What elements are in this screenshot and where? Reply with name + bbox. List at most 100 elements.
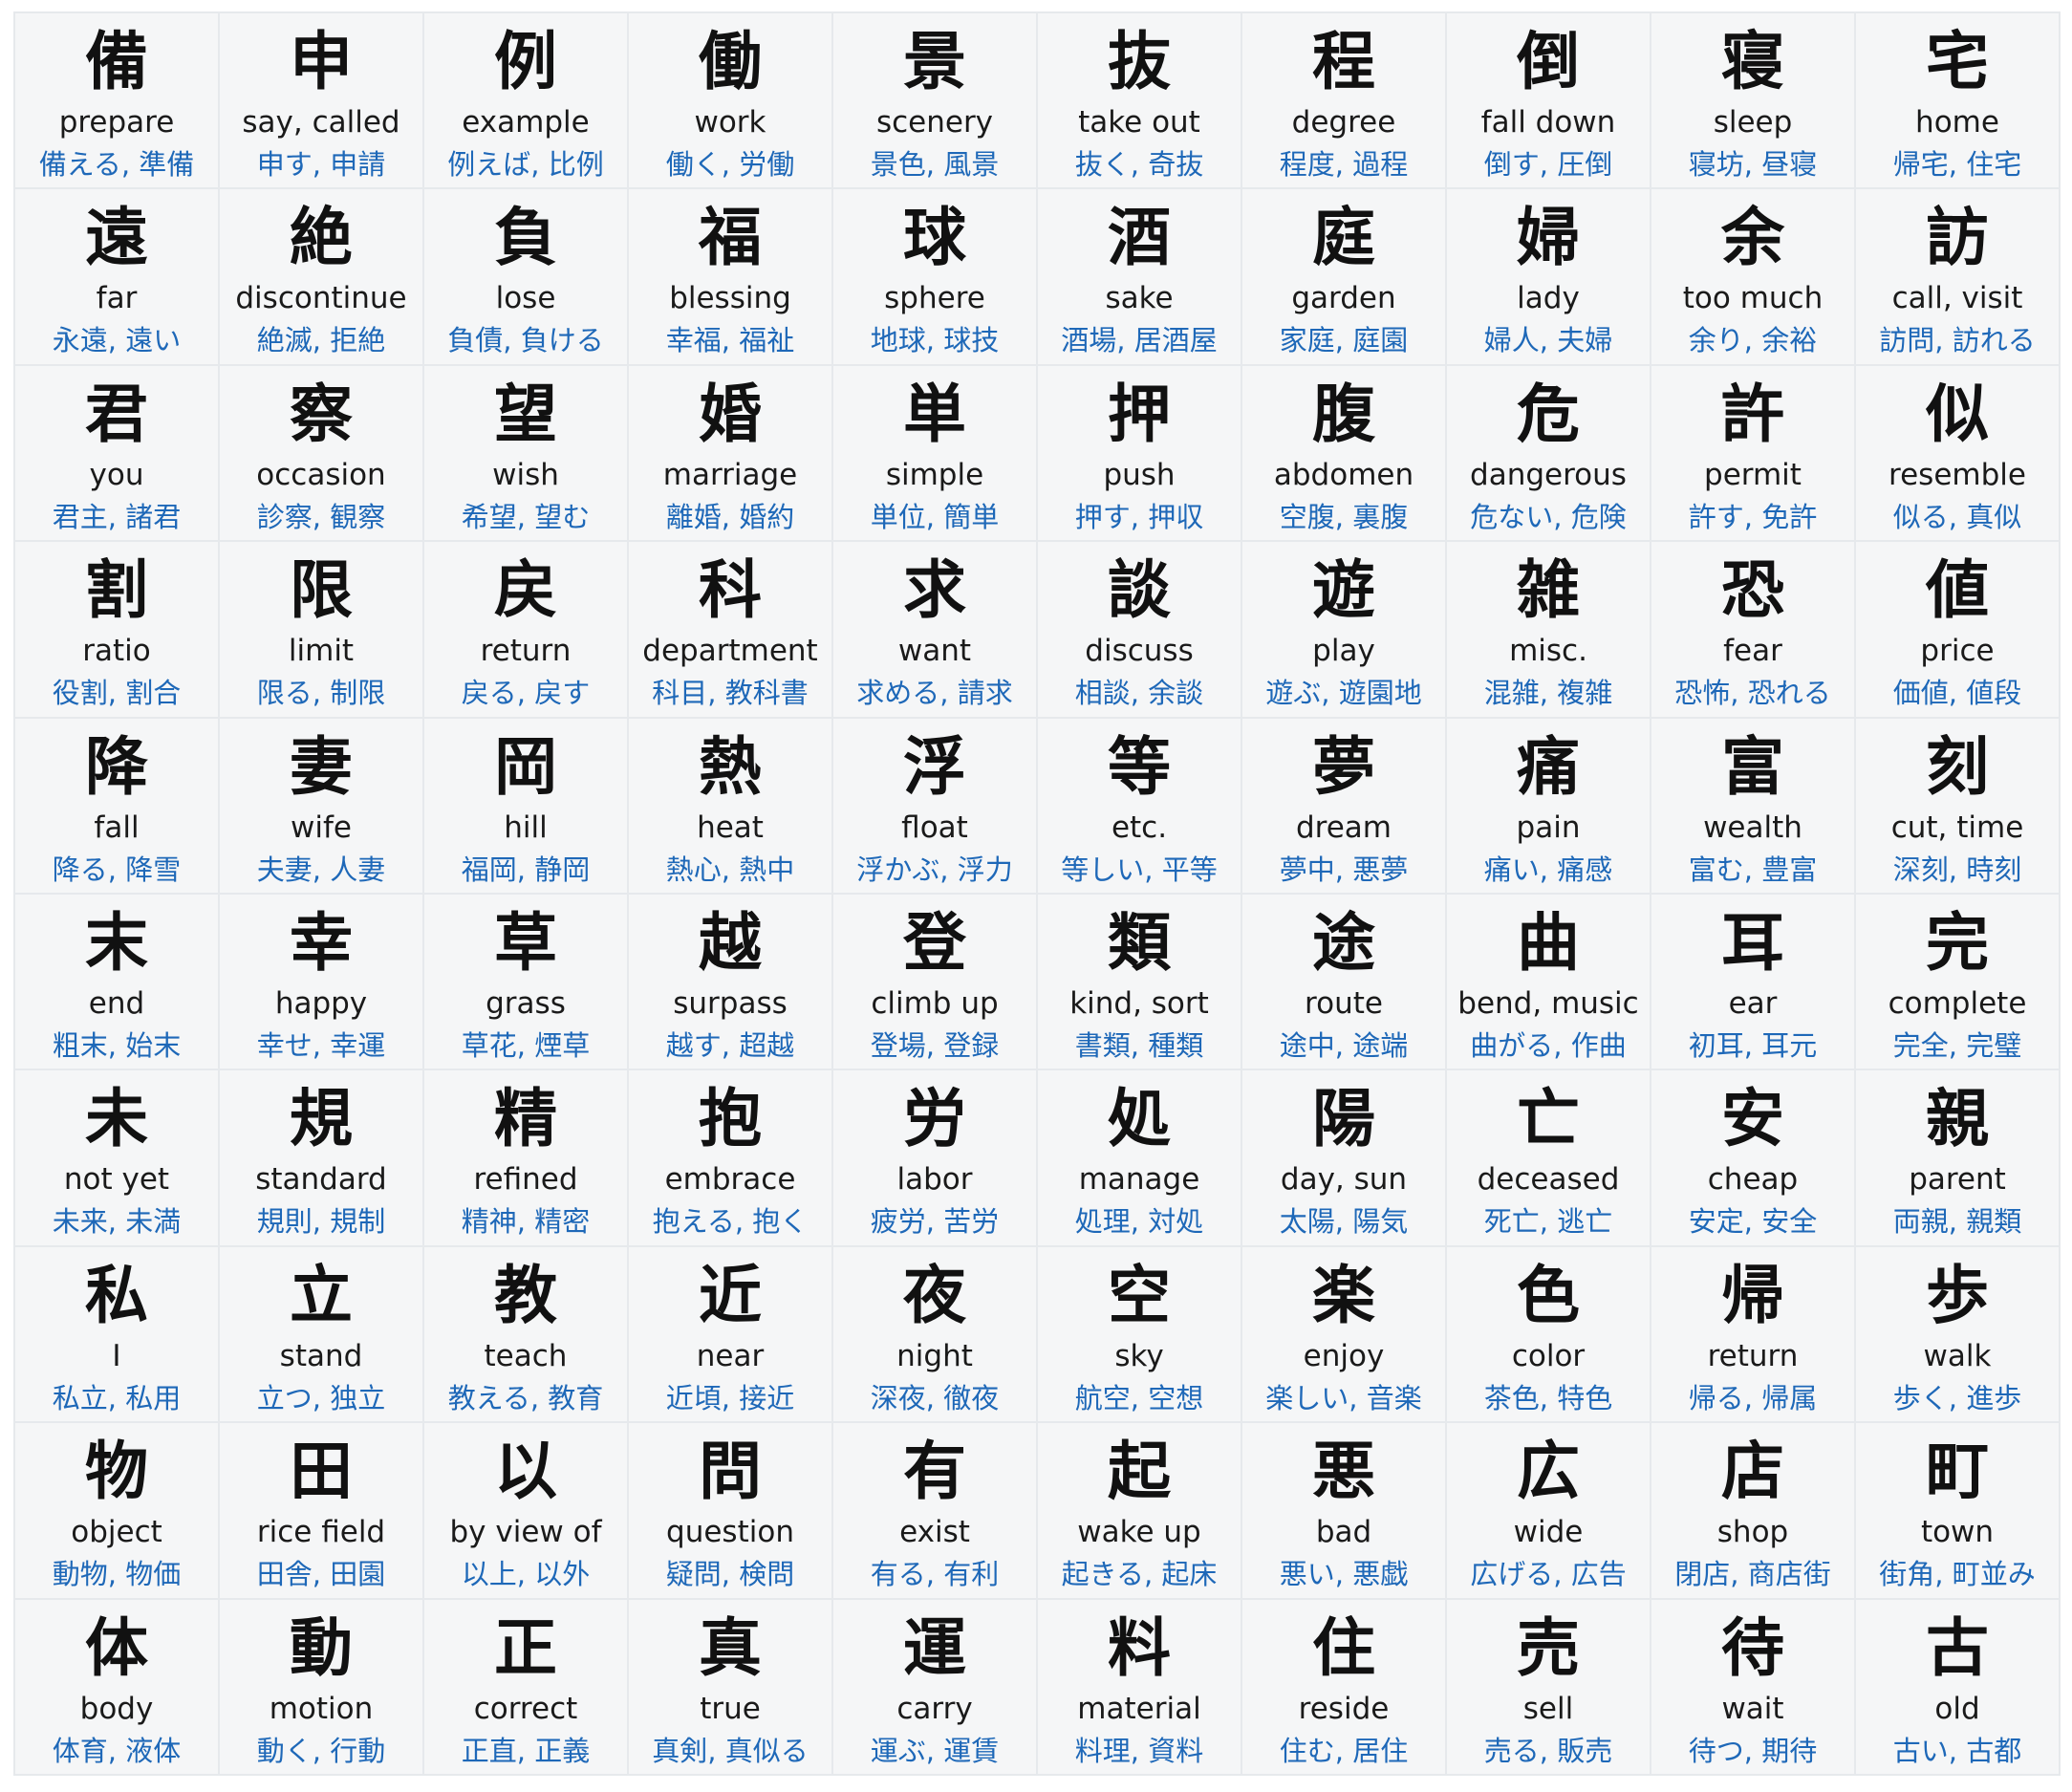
kanji-examples: 処理, 対処 (1074, 1205, 1204, 1239)
kanji-character: 浮 (903, 729, 966, 804)
kanji-card: 草 grass 草花, 煙草 (424, 894, 627, 1069)
kanji-examples: 疲労, 苦労 (870, 1205, 1000, 1239)
kanji-meaning: night (896, 1338, 973, 1373)
kanji-meaning: carry (896, 1691, 973, 1726)
kanji-card: 料 material 料理, 資料 (1038, 1599, 1241, 1774)
kanji-examples: 限る, 制限 (256, 677, 386, 710)
kanji-meaning: material (1077, 1691, 1201, 1726)
kanji-card: 負 lose 負債, 負ける (424, 189, 627, 364)
kanji-examples: 安定, 安全 (1688, 1205, 1818, 1239)
kanji-character: 察 (290, 377, 353, 451)
kanji-character: 登 (903, 905, 966, 980)
kanji-meaning: return (1707, 1338, 1799, 1373)
kanji-card: 店 shop 閉店, 商店街 (1651, 1423, 1854, 1598)
kanji-meaning: question (666, 1515, 794, 1550)
kanji-card: 等 etc. 等しい, 平等 (1038, 718, 1241, 893)
kanji-examples: 絶滅, 拒絶 (256, 324, 386, 357)
kanji-character: 精 (494, 1082, 557, 1156)
kanji-examples: 未来, 未満 (52, 1205, 182, 1239)
kanji-character: 君 (85, 377, 148, 451)
kanji-meaning: near (696, 1338, 765, 1373)
kanji-character: 痛 (1517, 729, 1580, 804)
kanji-meaning: sleep (1713, 105, 1793, 140)
kanji-examples: 等しい, 平等 (1061, 853, 1218, 886)
kanji-character: 完 (1926, 905, 1989, 980)
kanji-examples: 求める, 請求 (856, 677, 1013, 710)
kanji-character: 問 (699, 1435, 762, 1509)
kanji-meaning: motion (269, 1691, 374, 1726)
kanji-meaning: enjoy (1303, 1338, 1385, 1373)
kanji-meaning: float (901, 810, 968, 845)
kanji-character: 宅 (1926, 25, 1989, 98)
kanji-character: 草 (494, 905, 557, 980)
kanji-card: 単 simple 単位, 簡単 (833, 365, 1036, 541)
kanji-card: 問 question 疑問, 検問 (629, 1423, 831, 1598)
kanji-card: 夜 night 深夜, 徹夜 (833, 1246, 1036, 1422)
kanji-character: 望 (494, 377, 557, 451)
kanji-meaning: true (700, 1691, 761, 1726)
kanji-card: 察 occasion 診察, 観察 (220, 365, 422, 541)
kanji-card: 広 wide 広げる, 広告 (1447, 1423, 1650, 1598)
kanji-meaning: you (89, 457, 144, 492)
kanji-examples: 備える, 準備 (38, 148, 195, 181)
kanji-meaning: limit (288, 634, 355, 669)
kanji-meaning: say, called (242, 105, 400, 140)
kanji-examples: 有る, 有利 (870, 1558, 1000, 1591)
kanji-card: 恐 fear 恐怖, 恐れる (1651, 542, 1854, 717)
kanji-character: 危 (1517, 377, 1580, 451)
kanji-character: 類 (1108, 905, 1171, 980)
kanji-character: 体 (85, 1610, 148, 1685)
kanji-card: 未 not yet 未来, 未満 (15, 1070, 218, 1245)
kanji-card: 幸 happy 幸せ, 幸運 (220, 894, 422, 1069)
kanji-meaning: hill (504, 810, 548, 845)
kanji-examples: 以上, 以外 (461, 1558, 591, 1591)
kanji-character: 労 (903, 1082, 966, 1156)
kanji-meaning: end (88, 985, 145, 1021)
kanji-card: 腹 abdomen 空腹, 裏腹 (1242, 365, 1445, 541)
kanji-examples: 途中, 途端 (1279, 1028, 1409, 1062)
kanji-card: 労 labor 疲労, 苦労 (833, 1070, 1036, 1245)
kanji-meaning: example (462, 105, 590, 140)
kanji-card: 景 scenery 景色, 風景 (833, 13, 1036, 188)
kanji-meaning: cheap (1707, 1162, 1799, 1198)
kanji-meaning: cut, time (1890, 810, 2024, 845)
kanji-card: 体 body 体育, 液体 (15, 1599, 218, 1774)
kanji-meaning: correct (473, 1691, 578, 1726)
kanji-character: 規 (290, 1082, 353, 1156)
kanji-card: 酒 sake 酒場, 居酒屋 (1038, 189, 1241, 364)
kanji-character: 申 (290, 25, 353, 98)
kanji-meaning: sell (1522, 1691, 1574, 1726)
kanji-examples: 危ない, 危険 (1470, 500, 1627, 533)
kanji-card: 町 town 街角, 町並み (1856, 1423, 2059, 1598)
kanji-card: 末 end 粗末, 始末 (15, 894, 218, 1069)
kanji-character: 働 (699, 25, 762, 98)
kanji-meaning: wake up (1077, 1515, 1201, 1550)
kanji-card: 浮 float 浮かぶ, 浮力 (833, 718, 1036, 893)
kanji-card: 耳 ear 初耳, 耳元 (1651, 894, 1854, 1069)
kanji-meaning: ratio (82, 634, 151, 669)
kanji-examples: 完全, 完璧 (1892, 1028, 2022, 1062)
kanji-character: 幸 (290, 905, 353, 980)
kanji-character: 限 (290, 553, 353, 628)
kanji-examples: 太陽, 陽気 (1279, 1205, 1409, 1239)
kanji-card: 遠 far 永遠, 遠い (15, 189, 218, 364)
kanji-meaning: fall (94, 810, 140, 845)
kanji-character: 雑 (1517, 553, 1580, 628)
kanji-examples: 君主, 諸君 (52, 500, 182, 533)
kanji-meaning: sky (1114, 1338, 1164, 1373)
kanji-examples: 正直, 正義 (461, 1734, 591, 1767)
kanji-character: 酒 (1108, 201, 1171, 275)
kanji-examples: 茶色, 特色 (1483, 1381, 1613, 1414)
kanji-character: 耳 (1721, 905, 1784, 980)
kanji-examples: 申す, 申請 (256, 148, 386, 181)
kanji-character: 降 (85, 729, 148, 804)
kanji-examples: 私立, 私用 (52, 1381, 182, 1414)
kanji-card: 痛 pain 痛い, 痛感 (1447, 718, 1650, 893)
kanji-grid: 備 prepare 備える, 準備 申 say, called 申す, 申請 例 exampl… (13, 11, 2061, 1776)
kanji-character: 物 (85, 1435, 148, 1509)
kanji-meaning: discuss (1085, 634, 1194, 669)
kanji-meaning: climb up (871, 985, 999, 1021)
kanji-meaning: wait (1721, 1691, 1784, 1726)
kanji-card: 抱 embrace 抱える, 抱く (629, 1070, 831, 1245)
kanji-card: 岡 hill 福岡, 静岡 (424, 718, 627, 893)
